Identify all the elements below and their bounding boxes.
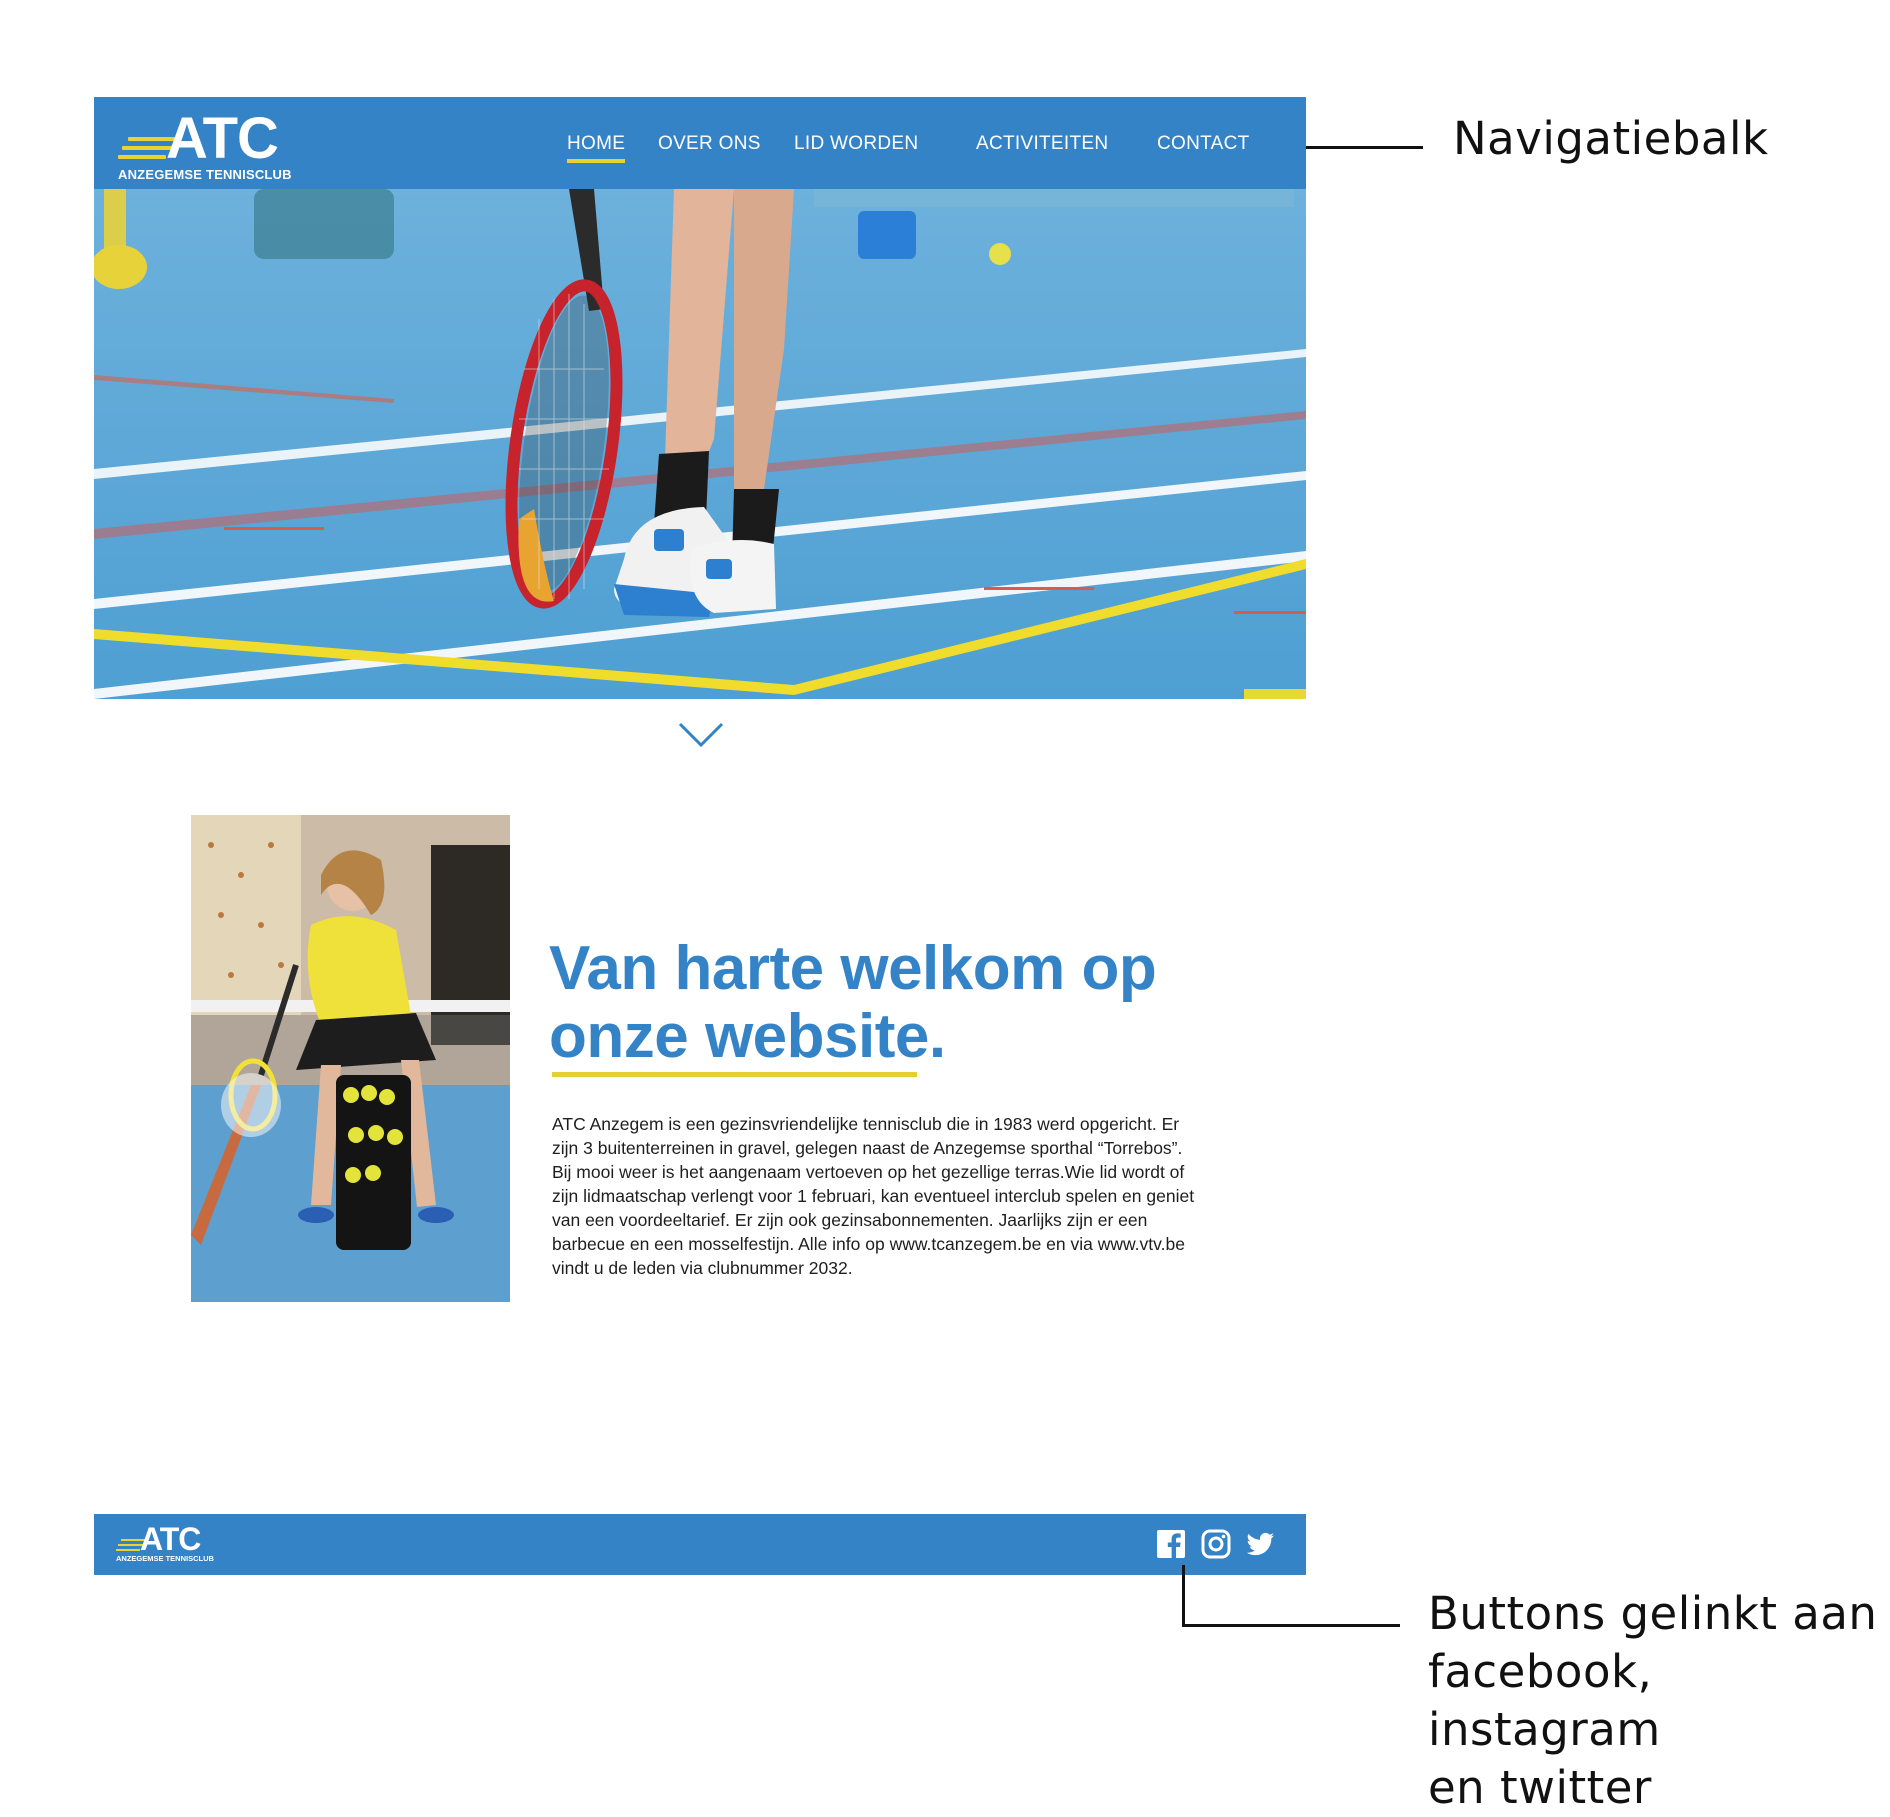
twitter-icon[interactable] [1244, 1528, 1276, 1560]
footer-logo-tagline: ANZEGEMSE TENNISCLUB [116, 1554, 214, 1563]
nav-annotation-label: Navigatiebalk [1453, 112, 1769, 165]
social-annotation-hline [1182, 1624, 1400, 1627]
social-buttons [1147, 1528, 1276, 1560]
welcome-heading: Van harte welkom op onze website. [549, 935, 1229, 1071]
hero-image [94, 189, 1306, 699]
nav-lid-worden[interactable]: LID WORDEN [794, 133, 918, 155]
navigation-bar: ATC ANZEGEMSE TENNISCLUB HOME OVER ONS L… [94, 97, 1306, 189]
nav-over-ons[interactable]: OVER ONS [658, 133, 761, 155]
social-annotation-line1: Buttons gelinkt aan [1428, 1587, 1878, 1640]
nav-contact[interactable]: CONTACT [1157, 133, 1250, 155]
social-annotation-vline [1182, 1565, 1185, 1627]
scroll-down-chevron-icon[interactable] [678, 722, 724, 748]
welcome-heading-line1: Van harte welkom op [549, 934, 1157, 1003]
heading-underline [552, 1072, 917, 1077]
website-mockup: ATC ANZEGEMSE TENNISCLUB HOME OVER ONS L… [94, 97, 1306, 1575]
nav-home[interactable]: HOME [567, 133, 626, 163]
social-annotation-label: Buttons gelinkt aan facebook, instagram … [1428, 1585, 1890, 1817]
footer-logo-wordmark: ATC [140, 1521, 201, 1557]
facebook-icon[interactable] [1155, 1528, 1187, 1560]
welcome-heading-line2: onze website. [549, 1002, 946, 1071]
instagram-icon[interactable] [1200, 1528, 1232, 1560]
social-annotation-line2: facebook, instagram [1428, 1645, 1661, 1756]
footer-atc-logo[interactable]: ATC ANZEGEMSE TENNISCLUB [116, 1521, 226, 1565]
welcome-paragraph: ATC Anzegem is een gezinsvriendelijke te… [552, 1114, 1195, 1278]
nav-menu: HOME OVER ONS LID WORDEN ACTIVITEITEN CO… [94, 97, 1306, 189]
social-annotation-line3: en twitter [1428, 1761, 1652, 1814]
girl-with-ball-machine-photo [191, 815, 510, 1302]
nav-activiteiten[interactable]: ACTIVITEITEN [976, 133, 1108, 155]
footer-bar: ATC ANZEGEMSE TENNISCLUB [94, 1514, 1306, 1575]
